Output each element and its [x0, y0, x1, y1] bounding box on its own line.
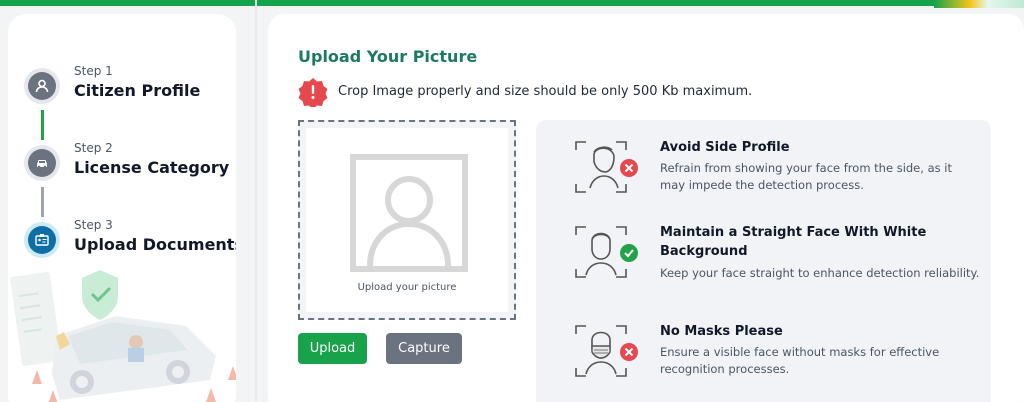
guideline-description: Refrain from showing your face from the … — [660, 161, 952, 192]
alert-badge-icon — [298, 78, 328, 107]
panel-divider — [255, 0, 257, 402]
step-number: Step 2 — [74, 141, 113, 155]
step-title: License Category — [74, 158, 230, 177]
page-title: Upload Your Picture — [298, 47, 478, 66]
top-decoration — [934, 0, 1024, 8]
step-title: Citizen Profile — [74, 81, 201, 100]
guideline-title: No Masks Please — [660, 324, 783, 339]
avatar-placeholder-icon — [350, 154, 468, 272]
step-upload-documents[interactable]: Step 3 Upload Documents — [24, 218, 236, 270]
side-profile-face-icon — [575, 141, 638, 193]
step-citizen-profile[interactable]: Step 1 Citizen Profile — [24, 64, 234, 116]
size-warning-text: Crop Image properly and size should be o… — [338, 84, 753, 99]
step-number: Step 3 — [74, 218, 113, 232]
picture-preview: Upload your picture — [306, 128, 508, 312]
capture-button[interactable]: Capture — [386, 333, 462, 364]
guideline-title: Avoid Side Profile — [660, 140, 790, 155]
id-card-icon — [24, 222, 60, 258]
guideline-description: Ensure a visible face without masks for … — [660, 345, 940, 376]
step-license-category[interactable]: Step 2 License Category — [24, 141, 234, 193]
step-connector — [41, 110, 44, 140]
step-connector — [41, 187, 44, 217]
picture-dropzone[interactable]: Upload your picture — [298, 120, 516, 320]
user-icon — [24, 68, 60, 104]
dropzone-caption: Upload your picture — [357, 282, 457, 293]
masked-face-icon — [575, 325, 638, 377]
stepper-panel: Step 1 Citizen Profile Step 2 License Ca… — [8, 14, 236, 402]
step-title: Upload Documents — [74, 235, 236, 254]
driving-test-illustration — [10, 270, 236, 402]
photo-guidelines-panel: Avoid Side Profile Refrain from showing … — [536, 120, 991, 402]
guideline-title: Maintain a Straight Face With White Back… — [660, 225, 927, 259]
guideline-description: Keep your face straight to enhance detec… — [660, 266, 980, 280]
step-number: Step 1 — [74, 64, 113, 78]
top-accent-bar — [0, 0, 1024, 6]
straight-face-icon — [575, 226, 638, 278]
car-icon — [24, 145, 60, 181]
upload-picture-card: Upload Your Picture Crop Image properly … — [268, 14, 1024, 402]
upload-button[interactable]: Upload — [298, 333, 367, 364]
